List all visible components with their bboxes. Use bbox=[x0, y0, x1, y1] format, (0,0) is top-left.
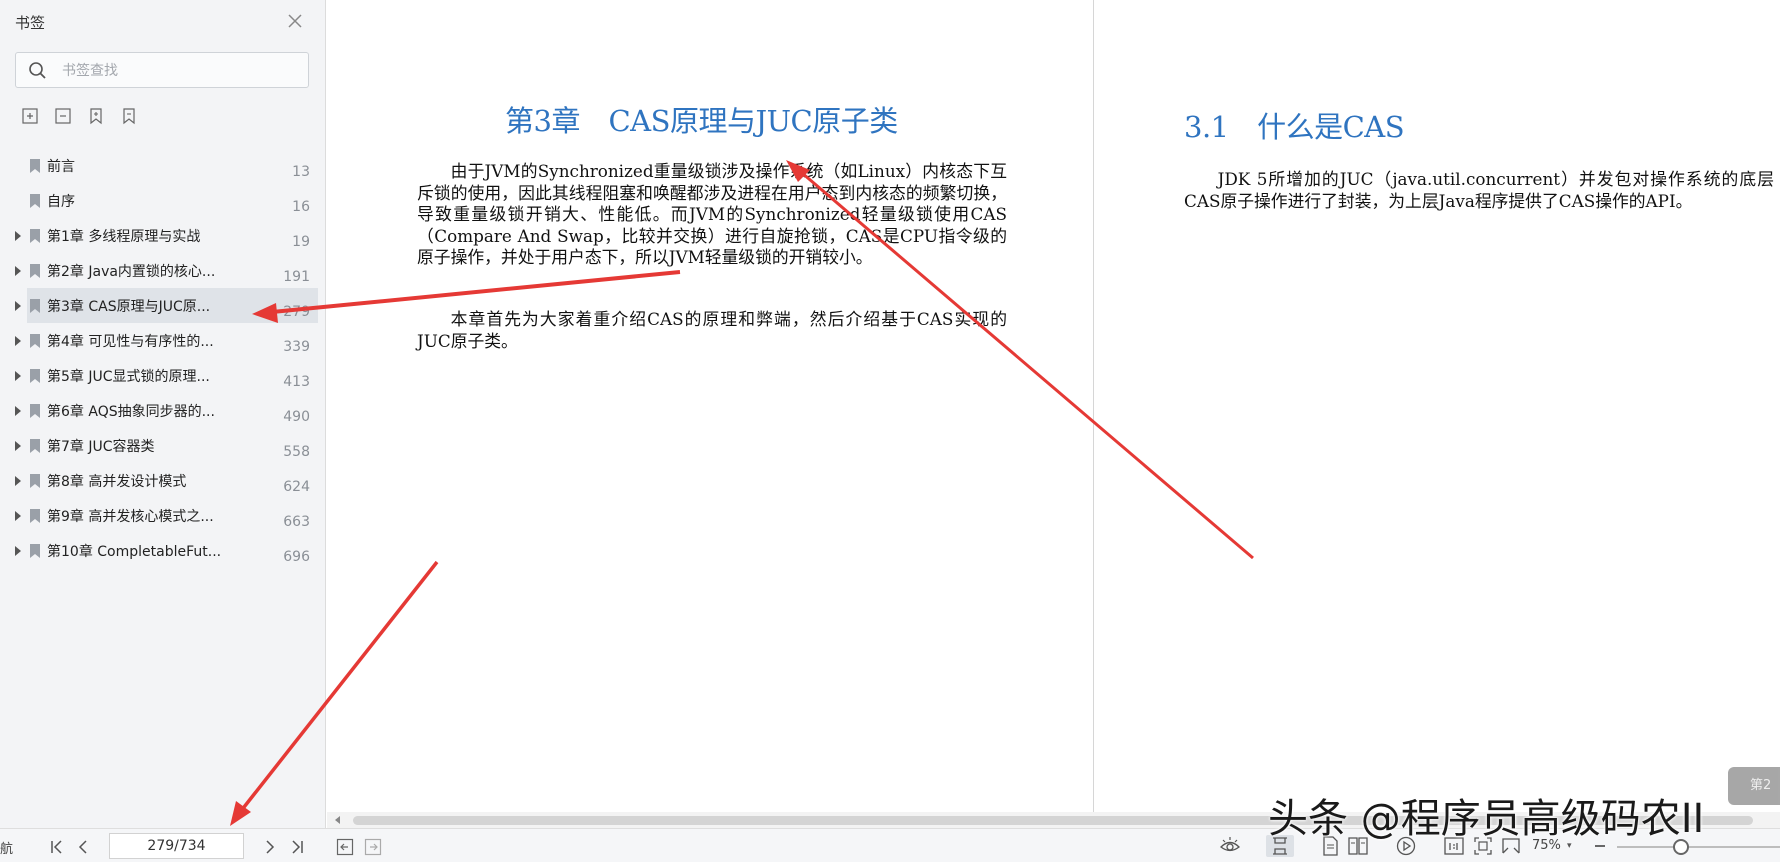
body-paragraph: 由于JVM的Synchronized重量级锁涉及操作系统（如Linux）内核态下… bbox=[417, 161, 1007, 268]
close-icon[interactable] bbox=[284, 10, 306, 32]
bookmark-icon bbox=[30, 404, 40, 418]
bookmark-page: 191 bbox=[283, 269, 310, 285]
bookmark-icon bbox=[30, 299, 40, 313]
expand-all-icon[interactable] bbox=[20, 106, 42, 128]
expand-caret-icon[interactable] bbox=[15, 511, 21, 521]
bookmark-item[interactable]: 第4章 可见性与有序性的... 339 bbox=[0, 323, 326, 358]
expand-caret-icon[interactable] bbox=[15, 406, 21, 416]
bookmark-label: 第2章 Java内置锁的核心... bbox=[47, 264, 216, 280]
page-divider bbox=[1093, 0, 1094, 812]
expand-caret-icon[interactable] bbox=[15, 301, 21, 311]
bookmark-label: 第10章 CompletableFut... bbox=[47, 544, 222, 560]
bookmark-label: 自序 bbox=[47, 194, 75, 210]
eye-protection-icon[interactable] bbox=[1219, 835, 1241, 857]
bookmark-list: 前言 13 自序 16 第1章 多线程原理与实战 19 第2章 Java内置锁的… bbox=[0, 148, 326, 568]
bookmark-page: 490 bbox=[283, 409, 310, 425]
bookmark-item[interactable]: 第7章 JUC容器类 558 bbox=[0, 428, 326, 463]
bookmark-page: 624 bbox=[283, 479, 310, 495]
bookmark-icon bbox=[30, 439, 40, 453]
forward-icon[interactable] bbox=[364, 838, 382, 856]
bookmark-page: 13 bbox=[292, 164, 310, 180]
collapse-all-icon[interactable] bbox=[53, 106, 75, 128]
first-page-icon[interactable] bbox=[48, 838, 66, 856]
bookmark-page: 696 bbox=[283, 549, 310, 565]
page-number-input[interactable]: 279/734 bbox=[109, 833, 244, 859]
bookmark-item[interactable]: 第5章 JUC显式锁的原理... 413 bbox=[0, 358, 326, 393]
section-title: 3.1 什么是CAS bbox=[1184, 110, 1405, 144]
body-paragraph: JDK 5所增加的JUC（java.util.concurrent）并发包对操作… bbox=[1184, 169, 1774, 211]
chapter-title: 第3章 CAS原理与JUC原子类 bbox=[505, 104, 898, 138]
panel-title: 书签 bbox=[15, 14, 46, 32]
bookmark-page: 558 bbox=[283, 444, 310, 460]
bookmark-item[interactable]: 前言 13 bbox=[0, 148, 326, 183]
bookmark-label: 第7章 JUC容器类 bbox=[47, 439, 155, 455]
delete-bookmark-icon[interactable] bbox=[119, 106, 141, 128]
bookmark-icon bbox=[30, 509, 40, 523]
expand-caret-icon[interactable] bbox=[15, 476, 21, 486]
search-icon bbox=[29, 62, 46, 79]
bookmark-page: 339 bbox=[283, 339, 310, 355]
bookmark-label: 第9章 高并发核心模式之... bbox=[47, 509, 214, 525]
next-page-icon[interactable] bbox=[261, 838, 279, 856]
bookmark-icon bbox=[30, 544, 40, 558]
page-indicator-badge: 第2 bbox=[1728, 767, 1780, 805]
bookmark-label: 第8章 高并发设计模式 bbox=[47, 474, 187, 490]
bookmark-page: 19 bbox=[292, 234, 310, 250]
expand-caret-icon[interactable] bbox=[15, 371, 21, 381]
bookmark-panel: 书签 前言 13 自序 16 bbox=[0, 0, 326, 828]
last-page-icon[interactable] bbox=[288, 838, 306, 856]
bookmark-label: 第3章 CAS原理与JUC原... bbox=[47, 299, 211, 315]
prev-page-icon[interactable] bbox=[75, 838, 93, 856]
search-input[interactable] bbox=[60, 59, 300, 83]
body-paragraph: 本章首先为大家着重介绍CAS的原理和弊端，然后介绍基于CAS实现的JUC原子类。 bbox=[417, 309, 1007, 351]
bookmark-icon bbox=[30, 474, 40, 488]
bookmark-label: 前言 bbox=[47, 159, 75, 175]
expand-caret-icon[interactable] bbox=[15, 266, 21, 276]
bookmark-icon bbox=[30, 369, 40, 383]
expand-caret-icon[interactable] bbox=[15, 546, 21, 556]
bookmark-item[interactable]: 第6章 AQS抽象同步器的... 490 bbox=[0, 393, 326, 428]
bookmark-icon bbox=[30, 264, 40, 278]
bookmark-label: 第5章 JUC显式锁的原理... bbox=[47, 369, 210, 385]
expand-caret-icon[interactable] bbox=[15, 231, 21, 241]
bookmark-item[interactable]: 第1章 多线程原理与实战 19 bbox=[0, 218, 326, 253]
bookmark-item[interactable]: 第9章 高并发核心模式之... 663 bbox=[0, 498, 326, 533]
bookmark-item[interactable]: 自序 16 bbox=[0, 183, 326, 218]
bookmark-item[interactable]: 第8章 高并发设计模式 624 bbox=[0, 463, 326, 498]
scroll-left-icon[interactable] bbox=[335, 816, 340, 824]
bookmark-page: 663 bbox=[283, 514, 310, 530]
bookmark-item-selected[interactable]: 第3章 CAS原理与JUC原... 279 bbox=[0, 288, 326, 323]
bookmark-label: 第4章 可见性与有序性的... bbox=[47, 334, 214, 350]
bookmark-page: 16 bbox=[292, 199, 310, 215]
bookmark-item[interactable]: 第2章 Java内置锁的核心... 191 bbox=[0, 253, 326, 288]
bookmark-label: 第6章 AQS抽象同步器的... bbox=[47, 404, 215, 420]
watermark: 头条 @程序员高级码农II bbox=[1268, 796, 1705, 842]
bookmark-label: 第1章 多线程原理与实战 bbox=[47, 229, 201, 245]
back-icon[interactable] bbox=[336, 838, 354, 856]
bookmark-item[interactable]: 第10章 CompletableFut... 696 bbox=[0, 533, 326, 568]
expand-caret-icon[interactable] bbox=[15, 441, 21, 451]
expand-caret-icon[interactable] bbox=[15, 336, 21, 346]
nav-label: 航 bbox=[0, 842, 14, 857]
bookmark-page: 279 bbox=[283, 304, 310, 320]
bookmark-icon bbox=[30, 194, 40, 208]
bookmark-search[interactable] bbox=[15, 52, 309, 88]
bookmark-icon bbox=[30, 334, 40, 348]
zoom-slider-track[interactable] bbox=[1617, 846, 1780, 848]
bookmark-icon bbox=[30, 229, 40, 243]
bookmark-page: 413 bbox=[283, 374, 310, 390]
bookmark-icon bbox=[30, 159, 40, 173]
add-bookmark-icon[interactable] bbox=[86, 106, 108, 128]
document-view[interactable]: 第3章 CAS原理与JUC原子类 由于JVM的Synchronized重量级锁涉… bbox=[327, 0, 1780, 812]
